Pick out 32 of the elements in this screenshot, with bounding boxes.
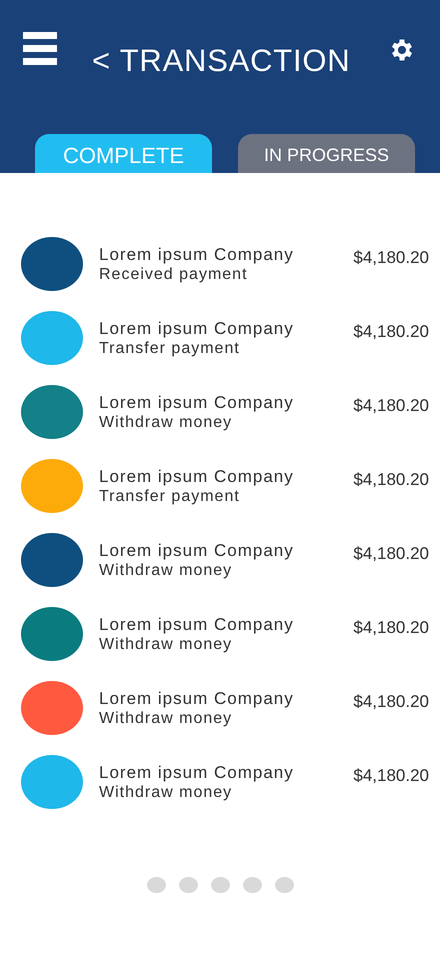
amount: $4,180.20 xyxy=(353,765,429,787)
company-name: Lorem ipsum Company xyxy=(99,467,294,487)
transaction-type: Transfer payment xyxy=(99,339,241,358)
page-dot[interactable] xyxy=(210,877,230,893)
tab[interactable]: IN PROGRESS xyxy=(238,134,415,173)
amount: $4,180.20 xyxy=(353,395,429,417)
transaction-type: Withdraw money xyxy=(99,413,234,432)
transaction-type: Withdraw money xyxy=(99,783,234,802)
company-name: Lorem ipsum Company xyxy=(99,393,294,413)
page-dot[interactable] xyxy=(146,877,166,893)
amount: $4,180.20 xyxy=(353,543,429,565)
transaction-type: Withdraw money xyxy=(99,561,234,580)
company-name: Lorem ipsum Company xyxy=(99,245,294,265)
amount: $4,180.20 xyxy=(353,469,429,491)
amount: $4,180.20 xyxy=(353,321,429,343)
company-name: Lorem ipsum Company xyxy=(99,319,294,339)
transaction-type: Received payment xyxy=(99,265,249,284)
amount: $4,180.20 xyxy=(353,691,429,713)
page-dot[interactable] xyxy=(178,877,198,893)
menu-icon[interactable] xyxy=(23,32,57,65)
amount: $4,180.20 xyxy=(353,617,429,639)
page-dot[interactable] xyxy=(242,877,262,893)
transaction-type: Transfer payment xyxy=(99,487,241,506)
amount: $4,180.20 xyxy=(353,247,429,269)
page-dot[interactable] xyxy=(274,877,294,893)
company-name: Lorem ipsum Company xyxy=(99,689,294,709)
company-name: Lorem ipsum Company xyxy=(99,615,294,635)
company-name: Lorem ipsum Company xyxy=(99,541,294,561)
transaction-type: Withdraw money xyxy=(99,709,234,728)
page-title[interactable]: < TRANSACTION xyxy=(92,45,350,76)
company-name: Lorem ipsum Company xyxy=(99,763,294,783)
transaction-type: Withdraw money xyxy=(99,635,234,654)
